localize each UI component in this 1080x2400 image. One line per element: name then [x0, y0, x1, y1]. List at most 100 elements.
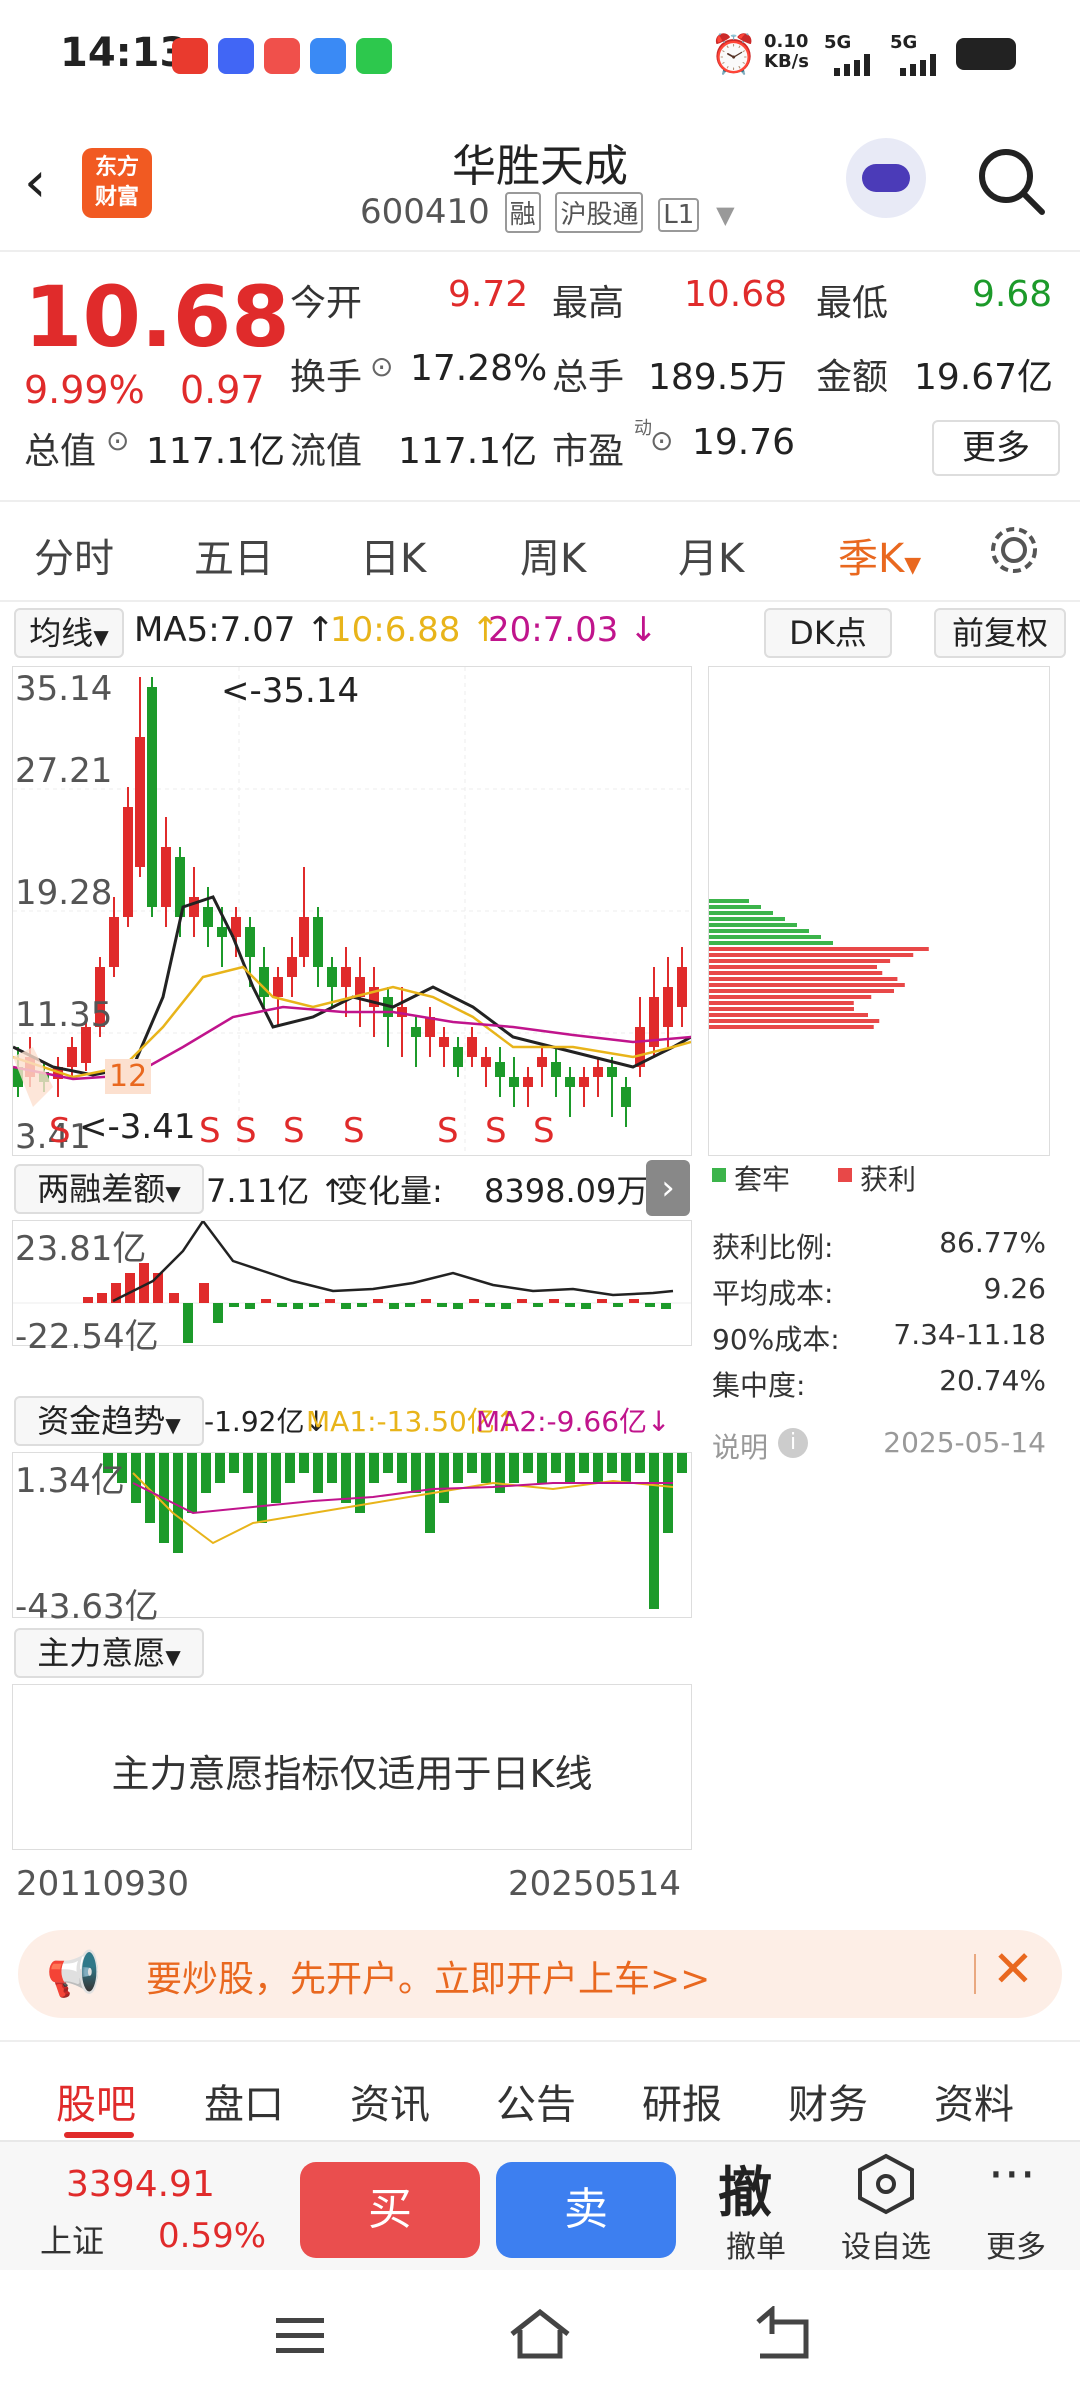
- candle-body: [217, 927, 227, 937]
- fund-bar: [635, 1453, 645, 1473]
- k-line-chart[interactable]: 35.14 27.21 19.28 11.35 3.41 <-35.14 <-3…: [12, 666, 692, 1157]
- info-circle-icon[interactable]: i: [778, 1428, 808, 1458]
- add-watchlist-label[interactable]: 设自选: [826, 2222, 946, 2266]
- tab-monthly-k[interactable]: 月K: [678, 526, 744, 584]
- margin-bar: [389, 1303, 399, 1309]
- margin-bar: [645, 1303, 655, 1307]
- profit-legend-swatch: [838, 1168, 852, 1182]
- tab-news[interactable]: 资讯: [350, 2072, 430, 2130]
- trap-legend-swatch: [712, 1168, 726, 1182]
- tab-five-day[interactable]: 五日: [194, 526, 274, 584]
- margin-bar: [453, 1303, 463, 1309]
- start-date: 20110930: [16, 1864, 190, 1904]
- note-label[interactable]: 说明: [712, 1426, 768, 1466]
- more-button[interactable]: 更多: [932, 420, 1060, 476]
- dropdown-icon[interactable]: ▼: [716, 201, 734, 229]
- candle-body: [161, 847, 171, 907]
- ma-selector[interactable]: 均线▼: [14, 608, 124, 658]
- sell-signal-7: S: [485, 1111, 507, 1151]
- tab-forum[interactable]: 股吧: [56, 2072, 136, 2130]
- sell-button[interactable]: 卖: [496, 2162, 676, 2258]
- fund-bar: [411, 1453, 421, 1493]
- candle-body: [203, 907, 213, 927]
- info-icon-3[interactable]: ⊙: [650, 424, 673, 457]
- buy-signal-marker: 12: [105, 1059, 152, 1094]
- change-percent: 9.99%: [24, 368, 145, 412]
- candle-body: [509, 1077, 519, 1087]
- tab-research[interactable]: 研报: [642, 2072, 722, 2130]
- amount-label: 金额: [816, 357, 889, 398]
- wechat-app-icon: [356, 38, 392, 74]
- pe-label: 市盈: [552, 431, 625, 472]
- settings-gear-icon[interactable]: [986, 522, 1042, 578]
- back-nav-icon[interactable]: [752, 2306, 812, 2362]
- candle-body: [621, 1087, 631, 1107]
- tab-profile[interactable]: 资料: [934, 2072, 1014, 2130]
- fund-bar: [313, 1453, 323, 1493]
- chip-bar: [709, 965, 878, 969]
- margin-bar: [125, 1273, 135, 1303]
- chip-bars-svg: [709, 899, 929, 1029]
- concentration-value: 20.74%: [939, 1364, 1046, 1397]
- tab-orderbook[interactable]: 盘口: [204, 2072, 284, 2130]
- index-percent[interactable]: 0.59%: [158, 2216, 266, 2256]
- robot-assistant-icon[interactable]: [846, 138, 926, 218]
- close-icon[interactable]: ✕: [992, 1940, 1034, 1998]
- fund-bar: [439, 1453, 449, 1503]
- buy-button[interactable]: 买: [300, 2162, 480, 2258]
- level-tag: L1: [658, 198, 700, 232]
- chip-bar: [709, 1007, 854, 1011]
- tab-finance[interactable]: 财务: [788, 2072, 868, 2130]
- intent-panel: 主力意愿指标仅适用于日K线: [12, 1684, 692, 1850]
- cancel-order-label[interactable]: 撤单: [696, 2222, 816, 2266]
- info-icon[interactable]: ⊙: [370, 350, 393, 383]
- sell-signal-3: S: [235, 1111, 257, 1151]
- tab-intraday[interactable]: 分时: [34, 526, 114, 584]
- fund-bar: [621, 1453, 631, 1483]
- candle-body: [313, 917, 323, 967]
- chip-bar: [709, 989, 895, 993]
- menu-icon[interactable]: [272, 2314, 332, 2358]
- more-label[interactable]: 更多: [956, 2222, 1076, 2266]
- stock-code-row: 600410 融 沪股通 L1 ▼: [360, 192, 735, 233]
- intent-selector-label: 主力意愿: [37, 1634, 166, 1672]
- fund-bar: [131, 1453, 141, 1503]
- chevron-right-icon[interactable]: ›: [646, 1160, 690, 1216]
- margin-axis-top: 23.81亿: [15, 1229, 147, 1269]
- sell-signal-8: S: [533, 1111, 555, 1151]
- adjust-button[interactable]: 前复权: [934, 608, 1066, 658]
- margin-bar: [83, 1297, 93, 1303]
- add-watchlist-icon[interactable]: [856, 2152, 916, 2216]
- candle-body: [341, 967, 351, 987]
- end-date: 20250514: [508, 1864, 682, 1904]
- fund-bar: [453, 1453, 463, 1483]
- chip-bar: [709, 959, 891, 963]
- search-icon[interactable]: [976, 146, 1046, 216]
- tab-announcements[interactable]: 公告: [496, 2072, 576, 2130]
- cost90-label: 90%成本:: [712, 1323, 840, 1356]
- index-name[interactable]: 上证: [40, 2216, 104, 2262]
- open-account-banner[interactable]: 📢 要炒股，先开户。立即开户上车>> ✕: [18, 1930, 1062, 2018]
- candle-body: [411, 1027, 421, 1037]
- cancel-order-icon[interactable]: 撤: [718, 2148, 772, 2227]
- ma5-value: MA5:7.07 ↑: [134, 610, 335, 650]
- more-dots-icon[interactable]: ···: [988, 2146, 1036, 2204]
- sell-signal-6: S: [437, 1111, 459, 1151]
- info-icon-2[interactable]: ⊙: [106, 424, 129, 457]
- tab-weekly-k[interactable]: 周K: [520, 526, 586, 584]
- margin-bar: [581, 1303, 591, 1309]
- index-value[interactable]: 3394.91: [66, 2164, 215, 2205]
- fund-trend-selector[interactable]: 资金趋势▼: [14, 1396, 204, 1446]
- low-label: 最低: [816, 283, 889, 324]
- tab-quarterly-k[interactable]: 季K▼: [838, 526, 921, 584]
- chip-bar: [709, 983, 905, 987]
- tab-daily-k[interactable]: 日K: [360, 526, 426, 584]
- margin-bar: [613, 1303, 623, 1307]
- home-icon[interactable]: [508, 2306, 572, 2362]
- volume-value: 189.5万: [648, 357, 788, 398]
- intent-selector[interactable]: 主力意愿▼: [14, 1628, 204, 1678]
- margin-selector[interactable]: 两融差额▼: [14, 1164, 204, 1214]
- ma10-value: 10:6.88 ↑: [330, 610, 500, 650]
- dk-point-button[interactable]: DK点: [764, 608, 892, 658]
- margin-bar: [97, 1293, 107, 1303]
